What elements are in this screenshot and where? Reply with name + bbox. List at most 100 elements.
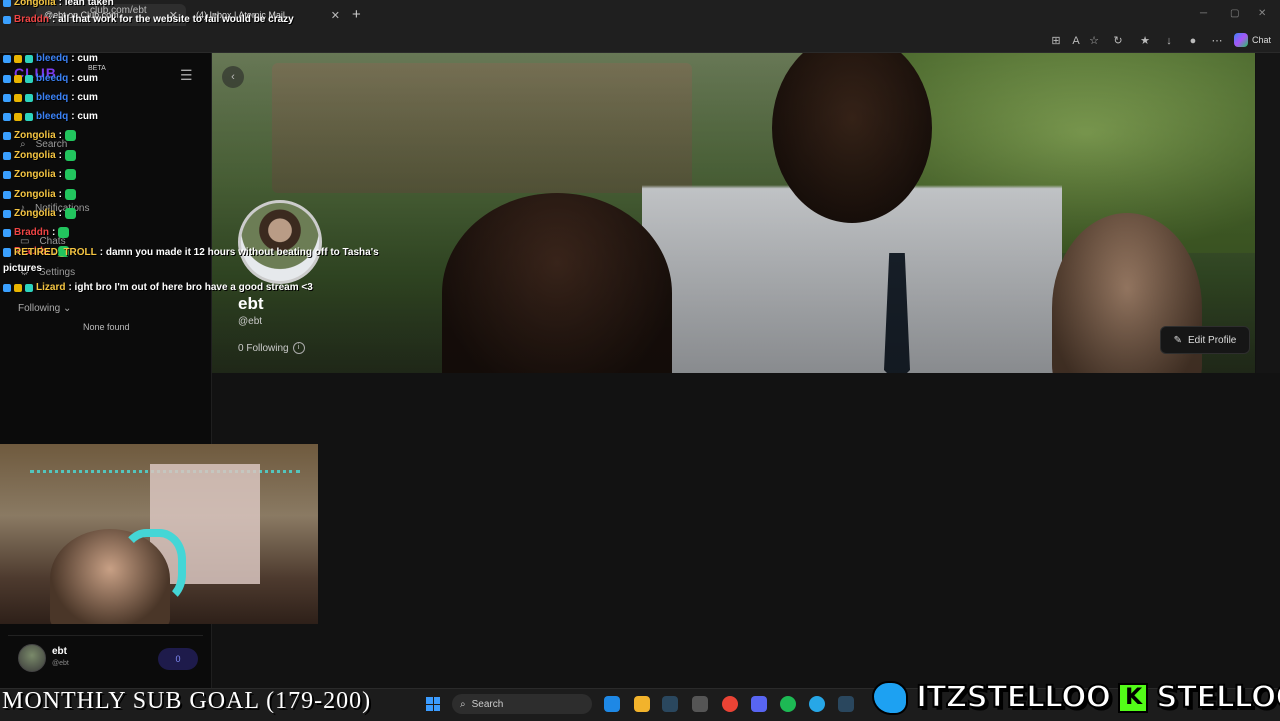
webcam-headset	[120, 529, 186, 605]
edit-profile-button[interactable]: ✎ Edit Profile	[1160, 326, 1250, 354]
chat-username: Braddn	[14, 14, 49, 25]
favorites-icon[interactable]: ★	[1137, 33, 1153, 49]
chevron-down-icon: ⌄	[63, 303, 72, 314]
chat-badge-icon	[25, 283, 33, 292]
chat-message: bleedq: cum	[3, 111, 98, 122]
refresh-icon[interactable]: ↻	[1110, 33, 1126, 49]
chat-badge-icon	[3, 93, 11, 102]
info-icon[interactable]: i	[292, 342, 305, 354]
spotify-icon[interactable]	[780, 696, 796, 712]
read-aloud-icon[interactable]: A	[1068, 33, 1084, 49]
chat-badge-icon	[14, 54, 22, 63]
close-icon[interactable]: ✕	[331, 9, 340, 22]
chat-username: Zongolia	[14, 150, 56, 161]
file-explorer-icon[interactable]	[634, 696, 650, 712]
following-dropdown[interactable]: Following ⌄	[18, 303, 71, 314]
download-icon[interactable]: ↓	[1161, 33, 1177, 49]
chat-badge-icon	[25, 112, 33, 121]
chat-username: Zongolia	[14, 130, 56, 141]
chat-badge-icon	[3, 15, 11, 24]
split-screen-icon[interactable]: ⊞	[1048, 33, 1064, 49]
chat-message: Zongolia:	[3, 208, 77, 219]
back-arrow-icon[interactable]: ‹	[222, 66, 244, 88]
chat-username: Zongolia	[14, 208, 56, 219]
telegram-icon[interactable]	[809, 696, 825, 712]
chat-text: : ight bro I'm out of here bro have a go…	[68, 282, 313, 293]
chat-emote-icon	[65, 130, 77, 141]
sub-goal-text: MONTHLY SUB GOAL (179-200)	[2, 688, 372, 714]
windows-start-icon[interactable]	[426, 697, 440, 711]
chat-message: Braddn: all that work for the website to…	[3, 14, 294, 25]
kick-icon: K	[1118, 682, 1149, 713]
new-tab-button[interactable]: +	[352, 6, 361, 23]
chat-badge-icon	[3, 151, 11, 160]
nav-label: Settings	[38, 267, 76, 278]
chat-message: bleedq: cum	[3, 92, 98, 103]
profile-avatar[interactable]	[238, 200, 322, 284]
minimize-icon[interactable]: ─	[1200, 8, 1207, 19]
steam-icon[interactable]	[662, 696, 678, 712]
copilot-chat-button[interactable]: Chat	[1234, 33, 1271, 47]
chat-badge-icon	[3, 283, 11, 292]
chat-badge-icon	[3, 209, 11, 218]
hamburger-menu-icon[interactable]: ☰	[180, 67, 193, 84]
close-window-icon[interactable]: ✕	[1258, 8, 1266, 19]
scrollbar[interactable]	[1256, 53, 1280, 373]
profile-banner	[212, 53, 1255, 373]
twitter-handle: ITZSTELLOO	[915, 679, 1112, 716]
chat-badge-icon	[25, 74, 33, 83]
profile-following-count[interactable]: 0 Following i	[238, 342, 305, 354]
banner-shade	[212, 53, 1255, 373]
user-status-toggle[interactable]: 0	[158, 648, 198, 670]
chat-message: Zongolia:	[3, 150, 77, 161]
discord-icon[interactable]	[751, 696, 767, 712]
search-icon: ⌕	[460, 698, 466, 710]
chat-badge-icon	[25, 54, 33, 63]
copilot-icon	[1234, 33, 1248, 47]
chat-message: Zongolia:	[3, 169, 77, 180]
chat-badge-icon	[3, 74, 11, 83]
chat-emote-icon	[65, 208, 77, 219]
beta-badge: BETA	[88, 65, 106, 72]
chat-badge-icon	[3, 190, 11, 199]
chrome-icon[interactable]	[722, 696, 738, 712]
chat-badge-icon	[3, 248, 11, 257]
user-handle: @ebt	[52, 660, 69, 667]
chat-emote-icon	[65, 150, 77, 161]
chat-username: bleedq	[36, 111, 69, 122]
chat-text: :	[58, 169, 63, 180]
taskbar-search[interactable]: ⌕ Search	[452, 694, 592, 714]
settings-icon[interactable]	[692, 696, 708, 712]
chat-message: Zongolia:	[3, 189, 77, 200]
edge-icon[interactable]	[604, 696, 620, 712]
maximize-icon[interactable]: ▢	[1230, 8, 1239, 19]
user-name: ebt	[52, 646, 67, 657]
chat-username: bleedq	[36, 73, 69, 84]
webcam-overlay	[0, 444, 318, 624]
chat-badge-icon	[14, 93, 22, 102]
chat-badge-icon	[14, 283, 22, 292]
chat-message: bleedq: cum	[3, 73, 98, 84]
chat-text: : cum	[71, 53, 98, 64]
chat-message: Braddn:	[3, 227, 70, 238]
current-user-card[interactable]: ebt @ebt 0	[8, 635, 203, 676]
profile-avatar-icon[interactable]: ●	[1185, 33, 1201, 49]
chat-username: Zongolia	[14, 189, 56, 200]
chat-badge-icon	[3, 228, 11, 237]
following-count-label: 0 Following	[238, 342, 289, 354]
pencil-icon: ✎	[1173, 334, 1183, 346]
chat-text: :	[58, 150, 63, 161]
steam-icon[interactable]	[838, 696, 854, 712]
chat-message: Zongolia: lean taken	[3, 0, 114, 8]
toggle-value: 0	[175, 654, 181, 664]
chat-message: RETIRED_TROLL: damn you made it 12 hours…	[3, 247, 379, 258]
chat-message: pictures	[3, 263, 42, 274]
chat-emote-icon	[65, 189, 77, 200]
taskbar-search-label: Search	[471, 698, 504, 710]
favorite-star-icon[interactable]: ☆	[1086, 33, 1102, 49]
chat-message: Zongolia:	[3, 130, 77, 141]
avatar[interactable]	[18, 644, 46, 672]
chat-text: :	[58, 130, 63, 141]
chat-text: : lean taken	[58, 0, 114, 8]
more-options-icon[interactable]: ⋯	[1209, 33, 1225, 49]
